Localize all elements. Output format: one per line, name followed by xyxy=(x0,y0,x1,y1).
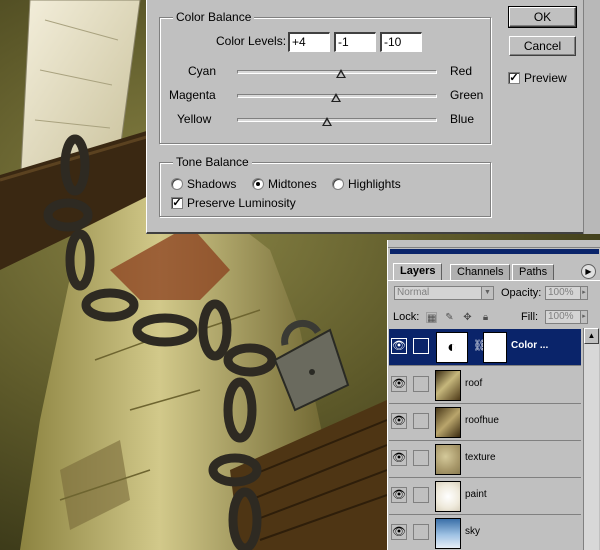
blue-label: Blue xyxy=(450,112,475,126)
layer-row-texture[interactable]: 👁︎ texture xyxy=(389,441,581,478)
fill-arrow-icon: ▸ xyxy=(580,311,587,323)
eye-icon[interactable]: 👁︎ xyxy=(391,338,407,354)
layer-name: sky xyxy=(465,526,480,537)
highlights-radio[interactable] xyxy=(332,178,344,190)
lock-all-icon[interactable]: 🔒︎ xyxy=(480,312,491,323)
cyan-red-slider-thumb[interactable] xyxy=(336,69,346,78)
adjustment-layer-icon: ◐ xyxy=(436,332,468,363)
color-level-2-input[interactable]: -1 xyxy=(334,32,376,52)
preview-label[interactable]: Preview xyxy=(524,71,567,85)
shadows-label[interactable]: Shadows xyxy=(187,177,236,191)
layer-thumbnail xyxy=(435,518,461,549)
layer-name: roof xyxy=(465,378,483,389)
preserve-luminosity-label[interactable]: Preserve Luminosity xyxy=(187,196,296,210)
layers-palette: Layers Channels Paths ▶ Normal ▼ Opacity… xyxy=(387,240,600,550)
chevron-down-icon: ▼ xyxy=(481,287,493,299)
green-label: Green xyxy=(450,88,484,102)
eye-icon[interactable]: 👁︎ xyxy=(391,524,407,540)
ok-button[interactable]: OK xyxy=(508,6,577,28)
color-level-3-input[interactable]: -10 xyxy=(380,32,422,52)
preserve-luminosity-checkbox[interactable]: ✓ xyxy=(171,197,183,209)
layer-row-paint[interactable]: 👁︎ paint xyxy=(389,478,581,515)
magenta-label: Magenta xyxy=(169,88,216,102)
cyan-label: Cyan xyxy=(188,64,217,78)
tabs-divider xyxy=(388,280,600,281)
layer-link-box[interactable] xyxy=(413,524,429,540)
layer-row-color-balance[interactable]: 👁︎ ◐ ⛓︎ Color ... xyxy=(389,329,581,366)
layer-mask-thumbnail xyxy=(483,332,507,363)
layer-thumbnail xyxy=(435,481,461,512)
lock-move-icon[interactable]: ✥ xyxy=(462,312,473,323)
blend-mode-value: Normal xyxy=(397,287,430,298)
cancel-button[interactable]: Cancel xyxy=(509,36,576,56)
layer-row-sky[interactable]: 👁︎ sky xyxy=(389,515,581,550)
opacity-label: Opacity: xyxy=(501,287,542,299)
magenta-green-slider-thumb[interactable] xyxy=(331,93,341,102)
underlying-window-edge xyxy=(583,0,600,234)
eye-icon[interactable]: 👁︎ xyxy=(391,487,407,503)
eye-icon[interactable]: 👁︎ xyxy=(391,450,407,466)
preview-checkbox[interactable]: ✓ xyxy=(508,72,520,84)
tone-balance-group-title: Tone Balance xyxy=(173,155,252,169)
midtones-label[interactable]: Midtones xyxy=(268,177,317,191)
opacity-field[interactable]: 100% ▸ xyxy=(545,286,588,300)
color-level-1-input[interactable]: +4 xyxy=(288,32,330,52)
layer-name: texture xyxy=(465,452,496,463)
yellow-blue-slider[interactable] xyxy=(237,118,437,122)
tab-paths[interactable]: Paths xyxy=(512,264,555,280)
layer-name: paint xyxy=(465,489,487,500)
layer-name: roofhue xyxy=(465,415,499,426)
eye-icon[interactable]: 👁︎ xyxy=(391,376,407,392)
layer-link-box[interactable] xyxy=(413,413,429,429)
midtones-radio[interactable] xyxy=(252,178,264,190)
yellow-label: Yellow xyxy=(177,112,212,126)
eye-icon[interactable]: 👁︎ xyxy=(391,413,407,429)
layer-row-roof[interactable]: 👁︎ roof xyxy=(389,367,581,404)
color-balance-group-title: Color Balance xyxy=(173,10,255,24)
yellow-blue-slider-thumb[interactable] xyxy=(322,117,332,126)
adjustment-mask-toggle[interactable] xyxy=(413,338,429,354)
scroll-up-icon[interactable]: ▲ xyxy=(584,328,599,344)
shadows-radio[interactable] xyxy=(171,178,183,190)
fill-label: Fill: xyxy=(521,311,539,323)
lock-transparency-icon[interactable]: ▦ xyxy=(426,312,437,324)
layers-scrollbar[interactable]: ▲ xyxy=(583,328,599,550)
palette-title-bar[interactable] xyxy=(390,249,599,254)
layer-link-box[interactable] xyxy=(413,487,429,503)
layer-thumbnail xyxy=(435,444,461,475)
color-levels-label: Color Levels: xyxy=(216,34,287,48)
fill-field[interactable]: 100% ▸ xyxy=(545,310,588,324)
layer-link-box[interactable] xyxy=(413,376,429,392)
blend-mode-select[interactable]: Normal ▼ xyxy=(394,286,494,300)
layer-row-roofhue[interactable]: 👁︎ roofhue xyxy=(389,404,581,441)
opacity-arrow-icon: ▸ xyxy=(580,287,587,299)
palette-toolbar-strip xyxy=(388,240,600,248)
fill-value: 100% xyxy=(548,311,574,322)
opacity-value: 100% xyxy=(548,287,574,298)
red-label: Red xyxy=(450,64,473,78)
lock-label: Lock: xyxy=(393,311,420,323)
tab-channels[interactable]: Channels xyxy=(450,264,511,280)
highlights-label[interactable]: Highlights xyxy=(348,177,401,191)
layer-thumbnail xyxy=(435,407,461,438)
palette-menu-button[interactable]: ▶ xyxy=(581,264,596,279)
layer-thumbnail xyxy=(435,370,461,401)
tab-layers[interactable]: Layers xyxy=(393,263,443,281)
lock-brush-icon[interactable]: ✎ xyxy=(444,312,455,323)
layer-link-box[interactable] xyxy=(413,450,429,466)
layer-name: Color ... xyxy=(511,340,549,351)
color-balance-dialog: Color Balance Color Levels: +4 -1 -10 Cy… xyxy=(146,0,600,234)
